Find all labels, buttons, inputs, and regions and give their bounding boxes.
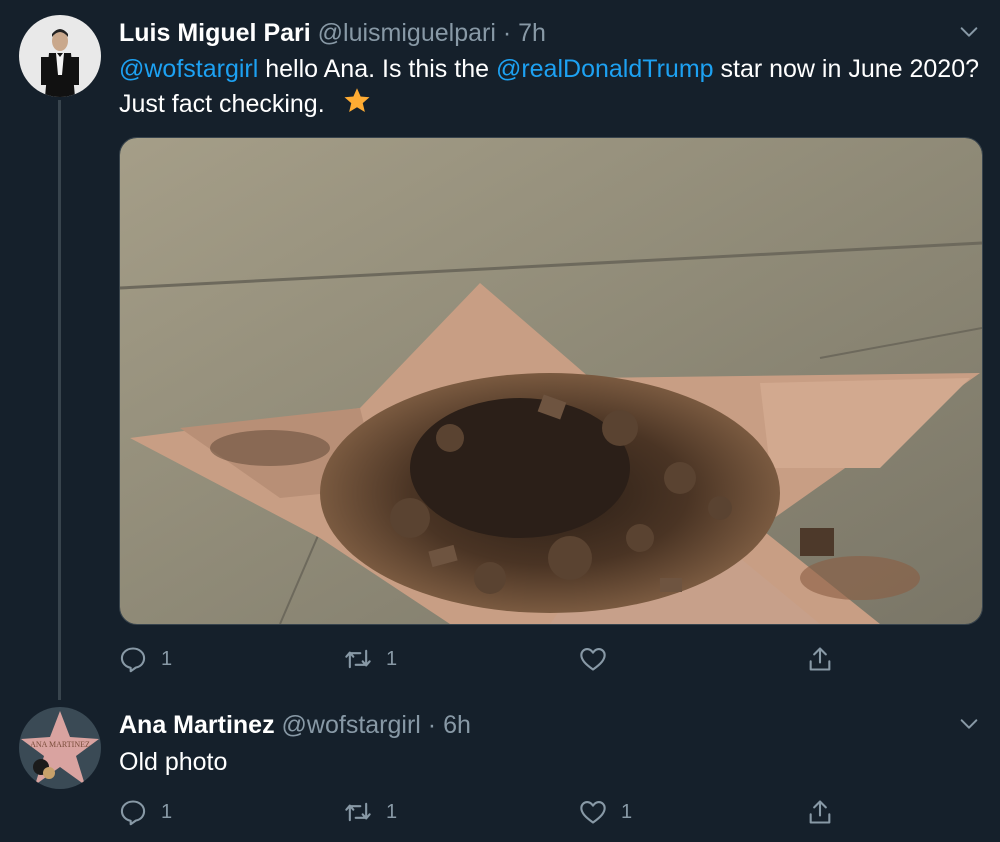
separator-dot: · — [427, 711, 437, 739]
chevron-down-icon[interactable] — [958, 21, 980, 43]
avatar[interactable] — [19, 15, 101, 97]
retweet-icon — [345, 802, 371, 822]
heart-icon — [580, 648, 606, 671]
star-emoji-icon — [344, 88, 370, 112]
avatar-star-text: ANA MARTINEZ — [30, 740, 90, 749]
timestamp[interactable]: 7h — [518, 19, 546, 47]
timestamp[interactable]: 6h — [443, 711, 471, 739]
retweet-icon — [345, 649, 371, 669]
reply-icon — [120, 647, 146, 673]
thread-connector-line — [58, 100, 61, 700]
like-button[interactable]: 1 — [579, 797, 632, 827]
retweet-count: 1 — [386, 800, 398, 823]
like-button[interactable] — [579, 644, 621, 674]
tweet-text: @wofstargirl hello Ana. Is this the @rea… — [119, 53, 979, 121]
display-name[interactable]: Luis Miguel Pari — [119, 19, 311, 47]
tweet-actions: 1 1 — [119, 644, 859, 674]
avatar-image: ANA MARTINEZ — [19, 707, 101, 789]
photo-destroyed-star — [120, 138, 982, 624]
retweet-count: 1 — [386, 647, 398, 670]
tweet-text-segment: hello Ana. Is this the — [258, 55, 496, 83]
share-button[interactable] — [806, 644, 848, 674]
retweet-button[interactable]: 1 — [344, 797, 397, 827]
reply-count: 1 — [161, 800, 173, 823]
reply-icon — [120, 800, 146, 826]
tweet-header: Luis Miguel Pari @luismiguelpari · 7h — [119, 18, 546, 48]
chevron-down-icon[interactable] — [958, 713, 980, 735]
tweet-header: Ana Martinez @wofstargirl · 6h — [119, 710, 471, 740]
tweet-actions: 1 1 1 — [119, 797, 859, 827]
share-icon — [809, 647, 831, 671]
avatar[interactable]: ANA MARTINEZ — [19, 707, 101, 789]
tweet-media-photo[interactable] — [119, 137, 983, 625]
like-count: 1 — [621, 800, 633, 823]
retweet-button[interactable]: 1 — [344, 644, 397, 674]
reply-count: 1 — [161, 647, 173, 670]
user-handle[interactable]: @wofstargirl — [282, 711, 421, 739]
mention-link[interactable]: @wofstargirl — [119, 55, 258, 83]
heart-icon — [580, 801, 606, 824]
tweet-text: Old photo — [119, 748, 228, 776]
display-name[interactable]: Ana Martinez — [119, 711, 275, 739]
mention-link[interactable]: @realDonaldTrump — [496, 55, 714, 83]
user-handle[interactable]: @luismiguelpari — [318, 19, 496, 47]
reply-button[interactable]: 1 — [119, 797, 172, 827]
reply-button[interactable]: 1 — [119, 644, 172, 674]
share-button[interactable] — [806, 797, 848, 827]
avatar-image — [19, 15, 101, 97]
separator-dot: · — [502, 19, 512, 47]
share-icon — [809, 800, 831, 824]
